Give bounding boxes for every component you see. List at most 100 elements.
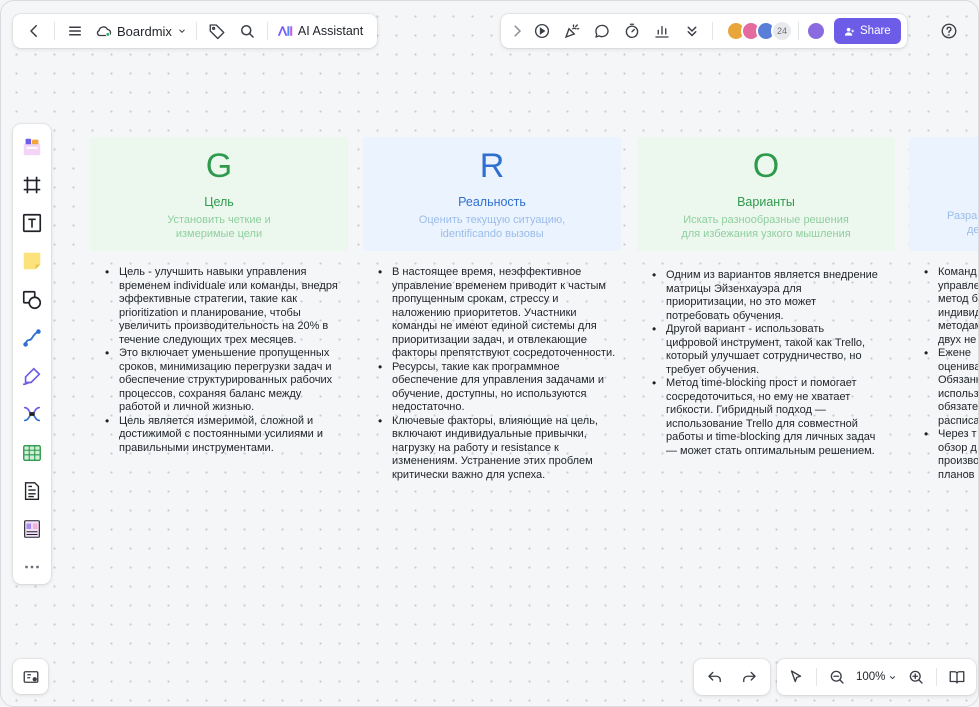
- undo-button[interactable]: [698, 662, 732, 692]
- divider: [712, 22, 713, 40]
- list-item: Ежене оценива Обязанн использ обязате ра…: [922, 347, 978, 428]
- double-chevron-down-icon: [687, 26, 697, 37]
- minimap-button[interactable]: [13, 659, 48, 694]
- goal-title: Цель: [204, 195, 234, 209]
- help-icon: [941, 23, 957, 39]
- pen-tool[interactable]: [17, 360, 47, 393]
- templates-tool[interactable]: [17, 130, 47, 163]
- party-popper-icon: [564, 24, 580, 39]
- chevron-down-icon: [179, 29, 185, 33]
- connector-icon: [23, 329, 41, 347]
- document-tool[interactable]: [17, 474, 47, 507]
- zoom-level: 100%: [856, 671, 886, 683]
- user-add-icon: [844, 27, 855, 36]
- templates-icon: [23, 138, 41, 155]
- list-item: Через т обзор д производ планов: [922, 428, 978, 482]
- vote-button[interactable]: [647, 16, 677, 46]
- book-open-icon: [949, 671, 965, 684]
- layout-tool[interactable]: [17, 513, 47, 546]
- list-item: Цель является измеримой, сложной и дости…: [103, 415, 339, 456]
- redo-icon: [743, 671, 756, 683]
- goal-card-header[interactable]: G Цель Установить четкие и измеримые цел…: [90, 137, 348, 251]
- shapes-icon: [22, 290, 42, 309]
- present-button[interactable]: [527, 16, 557, 46]
- minimap-icon: [23, 670, 38, 683]
- more-tools-button[interactable]: [677, 16, 707, 46]
- options-subtitle: Искать разнообразные решения для избежан…: [681, 214, 851, 240]
- zoom-level-dropdown[interactable]: 100%: [852, 671, 901, 683]
- divider: [195, 22, 197, 40]
- menu-button[interactable]: [60, 16, 90, 46]
- list-item: Ключевые факторы, влияющие на цель, вклю…: [376, 415, 616, 483]
- reality-card-header[interactable]: R Реальность Оценить текущую ситуацию, i…: [363, 137, 621, 251]
- history-toolbar: [694, 659, 770, 695]
- collapse-button[interactable]: [507, 16, 527, 46]
- help-button[interactable]: [936, 18, 962, 44]
- celebrate-button[interactable]: [557, 16, 587, 46]
- sticky-note-icon: [23, 253, 41, 270]
- mindmap-icon: [23, 407, 41, 422]
- options-title: Варианты: [737, 195, 795, 209]
- list-item: Ресурсы, такие как программное обеспечен…: [376, 361, 616, 415]
- board-name-dropdown[interactable]: Boardmix: [90, 24, 191, 39]
- collaborator-count[interactable]: 24: [771, 20, 793, 42]
- timer-icon: [625, 23, 639, 39]
- tag-button[interactable]: [202, 16, 232, 46]
- list-item: Другой вариант - использовать цифровой и…: [650, 323, 878, 377]
- will-card-header[interactable]: Разра де: [909, 137, 978, 251]
- divider: [54, 22, 55, 40]
- divider: [936, 668, 938, 686]
- ai-assistant-button[interactable]: AI Assistant: [273, 24, 371, 38]
- divider: [266, 22, 268, 40]
- text-tool[interactable]: [17, 207, 47, 240]
- zoom-out-icon: [830, 670, 844, 684]
- reality-subtitle: Оценить текущую ситуацию, identificando …: [418, 214, 566, 240]
- redo-button[interactable]: [732, 662, 766, 692]
- table-tool[interactable]: [17, 436, 47, 469]
- cloud-icon: [96, 26, 112, 37]
- top-right-toolbar: 24 Share: [501, 14, 907, 48]
- sticky-note-tool[interactable]: [17, 245, 47, 278]
- share-button[interactable]: Share: [834, 18, 901, 44]
- top-left-toolbar: Boardmix AI Assistant: [13, 14, 378, 48]
- left-toolbar: [13, 124, 51, 584]
- zoom-in-button[interactable]: [901, 662, 931, 692]
- reality-list[interactable]: В настоящее время, неэффективное управле…: [376, 266, 616, 482]
- divider: [816, 668, 817, 686]
- current-user-avatar[interactable]: [806, 21, 826, 41]
- layout-icon: [24, 520, 40, 538]
- shape-tool[interactable]: [17, 283, 47, 316]
- mindmap-tool[interactable]: [17, 398, 47, 431]
- zoom-toolbar: 100%: [777, 659, 977, 695]
- chevron-down-icon: [890, 675, 896, 679]
- search-button[interactable]: [232, 16, 262, 46]
- options-list[interactable]: Одним из вариантов является внедрение ма…: [650, 269, 878, 458]
- zoom-in-icon: [910, 670, 924, 684]
- share-label: Share: [860, 25, 891, 37]
- options-letter: O: [752, 147, 780, 185]
- list-item: Команд управле метод б индивид методам д…: [922, 266, 978, 347]
- frame-tool[interactable]: [17, 168, 47, 201]
- canvas[interactable]: Boardmix AI Assistant 24 Share 100% G Це…: [0, 0, 979, 707]
- more-tools[interactable]: [17, 551, 47, 584]
- goal-subtitle: Установить четкие и измеримые цели: [167, 214, 271, 240]
- comment-icon: [595, 24, 609, 38]
- chevron-left-icon: [30, 25, 37, 37]
- map-view-button[interactable]: [942, 662, 972, 692]
- options-card-header[interactable]: O Варианты Искать разнообразные решения …: [637, 137, 895, 251]
- list-item: Одним из вариантов является внедрение ма…: [650, 269, 878, 323]
- will-list[interactable]: Команд управле метод б индивид методам д…: [922, 266, 978, 482]
- comment-button[interactable]: [587, 16, 617, 46]
- collaborator-avatars[interactable]: 24: [726, 20, 793, 42]
- zoom-out-button[interactable]: [822, 662, 852, 692]
- timer-button[interactable]: [617, 16, 647, 46]
- divider: [798, 22, 799, 40]
- frame-icon: [23, 176, 41, 194]
- select-mode-button[interactable]: [781, 662, 811, 692]
- undo-icon: [708, 671, 721, 683]
- connector-tool[interactable]: [17, 321, 47, 354]
- goal-list[interactable]: Цель - улучшить навыки управления времен…: [103, 266, 339, 455]
- back-button[interactable]: [19, 16, 49, 46]
- list-item: Это включает уменьшение пропущенных срок…: [103, 347, 339, 415]
- table-icon: [23, 444, 41, 461]
